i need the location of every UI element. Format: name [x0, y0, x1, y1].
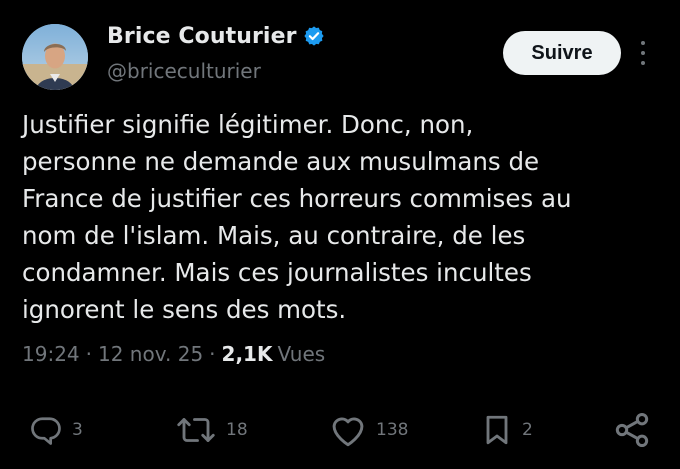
tweet-actions-bar: 3 18 138 2	[0, 408, 680, 452]
bookmark-button[interactable]: 2	[480, 408, 533, 452]
reply-button[interactable]: 3	[28, 408, 83, 452]
tweet-text: Justifier signifie légitimer. Donc, non,…	[22, 110, 572, 324]
views-label[interactable]: Vues	[277, 342, 325, 366]
avatar[interactable]	[22, 24, 88, 90]
share-icon	[615, 413, 649, 447]
share-button[interactable]	[612, 408, 652, 452]
display-name[interactable]: Brice Couturier	[107, 24, 297, 49]
user-handle[interactable]: @briceculturier	[107, 59, 261, 83]
meta-separator: ·	[209, 342, 216, 366]
repost-button[interactable]: 18	[174, 408, 248, 452]
author-name-row: Brice Couturier	[107, 20, 325, 52]
meta-separator: ·	[85, 342, 92, 366]
repost-count: 18	[226, 420, 248, 440]
like-count: 138	[376, 420, 409, 440]
reply-icon	[31, 417, 61, 445]
tweet-time[interactable]: 19:24	[22, 342, 80, 366]
bookmark-count: 2	[522, 420, 533, 440]
avatar-photo	[22, 24, 88, 90]
more-options-icon[interactable]	[636, 37, 650, 69]
heart-icon	[332, 417, 364, 447]
views-count[interactable]: 2,1K	[222, 342, 273, 366]
repost-icon	[177, 418, 215, 442]
follow-button[interactable]: Suivre	[503, 31, 621, 75]
reply-count: 3	[72, 420, 83, 440]
bookmark-icon	[486, 415, 508, 445]
tweet-metadata: 19:24 · 12 nov. 25 · 2,1K Vues	[22, 342, 325, 366]
verified-badge-icon	[303, 25, 325, 47]
tweet: Brice Couturier @briceculturier Suivre J…	[0, 0, 680, 469]
tweet-date[interactable]: 12 nov. 25	[98, 342, 203, 366]
like-button[interactable]: 138	[328, 408, 408, 452]
